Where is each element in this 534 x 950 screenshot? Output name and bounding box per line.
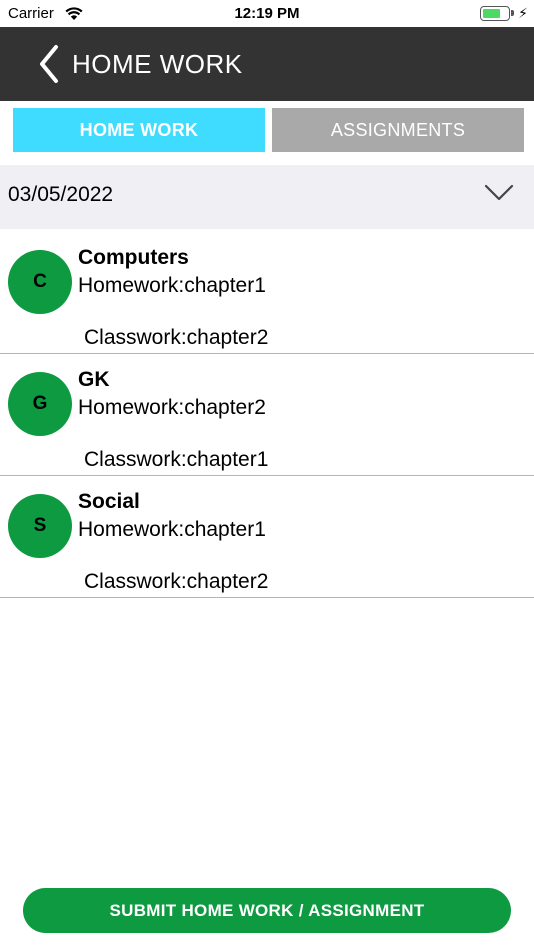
homework-text: Homework:chapter1 (78, 518, 266, 541)
battery-icon (480, 6, 510, 21)
subject-name: GK (78, 368, 110, 391)
list-item[interactable]: G GK Homework:chapter2 Classwork:chapter… (0, 354, 534, 476)
charging-bolt-icon: ⚡ (518, 5, 528, 21)
classwork-text: Classwork:chapter2 (84, 326, 269, 349)
classwork-text: Classwork:chapter1 (84, 448, 269, 471)
date-value: 03/05/2022 (8, 183, 114, 206)
date-selector[interactable]: 03/05/2022 (0, 165, 534, 229)
homework-text: Homework:chapter1 (78, 274, 266, 297)
homework-text: Homework:chapter2 (78, 396, 266, 419)
tab-home-work[interactable]: HOME WORK (13, 108, 265, 152)
status-bar: Carrier 12:19 PM ⚡ (0, 0, 534, 28)
nav-bar: HOME WORK (0, 27, 534, 101)
battery-cap (511, 10, 514, 16)
subject-avatar: S (8, 494, 72, 558)
status-time: 12:19 PM (234, 5, 300, 22)
page-title: HOME WORK (72, 49, 243, 79)
chevron-down-icon[interactable] (484, 183, 514, 203)
tab-assignments[interactable]: ASSIGNMENTS (272, 108, 524, 152)
chevron-left-icon[interactable] (34, 43, 66, 85)
list-item[interactable]: S Social Homework:chapter1 Classwork:cha… (0, 476, 534, 598)
subject-avatar: G (8, 372, 72, 436)
classwork-text: Classwork:chapter2 (84, 570, 269, 593)
list-item[interactable]: C Computers Homework:chapter1 Classwork:… (0, 232, 534, 354)
submit-homework-button[interactable]: SUBMIT HOME WORK / ASSIGNMENT (23, 888, 511, 933)
subject-avatar: C (8, 250, 72, 314)
subject-name: Social (78, 490, 140, 513)
homework-screen: Carrier 12:19 PM ⚡ HOME WORK HOME WORK A… (0, 0, 534, 950)
subject-name: Computers (78, 246, 189, 269)
battery-level (483, 9, 501, 18)
